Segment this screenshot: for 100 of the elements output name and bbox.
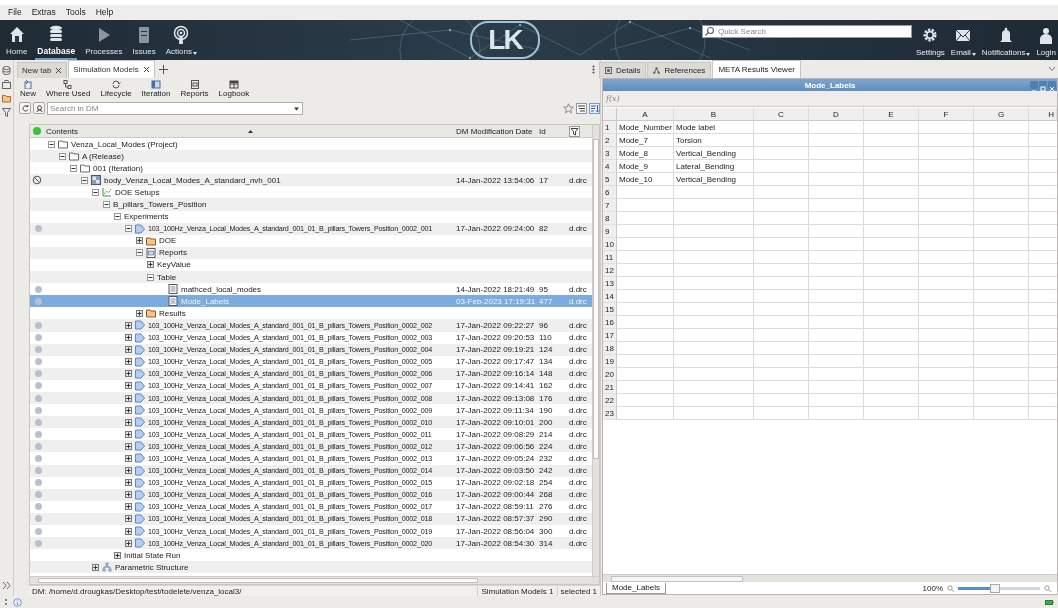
column-header[interactable]: H [1029,108,1057,121]
scrollbar[interactable] [603,574,1057,582]
toolbar-button[interactable]: Email [950,22,976,60]
tree-row[interactable]: Results [30,307,592,320]
tree-row[interactable]: A (Release) [30,150,592,163]
column-header[interactable]: D [809,108,864,121]
tree-row[interactable]: Venza_Local_Modes (Project) [30,138,592,151]
column-header[interactable]: F [919,108,974,121]
menu-item[interactable]: Extras [31,7,56,20]
search-field[interactable]: Quick Search [701,25,912,38]
tree-row[interactable]: Experiments [30,210,592,223]
tab[interactable]: References [647,62,712,78]
star-icon[interactable] [563,102,574,114]
row-number[interactable]: 19 [603,355,617,368]
table-cell[interactable]: Lateral_Bending [674,160,754,173]
table-cell[interactable]: Mode label [674,121,754,134]
expand-toggle[interactable] [125,406,132,414]
table-cell[interactable]: Mode_9 [617,160,674,173]
row-number[interactable]: 9 [603,225,617,238]
toolbar-button[interactable]: New [19,78,37,100]
column-header[interactable]: G [974,108,1029,121]
expand-toggle[interactable] [125,370,132,378]
expand-toggle[interactable] [125,455,132,462]
tab[interactable]: Simulation Models [68,60,155,78]
expand-toggle[interactable] [125,225,132,233]
column-header[interactable]: C [754,108,809,121]
double-chevron-icon[interactable] [2,581,11,590]
menu-item[interactable]: File [8,7,22,20]
table-cell[interactable]: Torsion [674,134,754,147]
list-view-icon[interactable] [576,102,587,114]
nav-tab[interactable]: Processes [83,22,125,60]
briefcase-icon[interactable] [2,80,11,89]
expand-toggle[interactable] [125,418,132,426]
expand-toggle[interactable] [136,249,143,257]
row-number[interactable]: 1 [603,121,617,134]
menu-item[interactable]: Help [95,7,114,20]
expand-toggle[interactable] [147,273,154,281]
expand-toggle[interactable] [125,467,132,475]
expand-toggle[interactable] [48,140,55,148]
expand-toggle[interactable] [125,479,132,487]
chevron-down-icon[interactable] [1048,66,1056,72]
row-number[interactable]: 11 [603,251,617,264]
expand-toggle[interactable] [125,321,132,329]
row-number[interactable]: 6 [603,186,617,199]
toolbar-button[interactable]: Settings [915,22,945,60]
tree-row[interactable]: mathced_local_modes 14-Jan-2022 18:21:49 95 d.drc [30,283,592,296]
close-icon[interactable] [142,66,150,73]
search-button[interactable] [33,102,45,114]
expand-toggle[interactable] [136,237,143,245]
toolbar-button[interactable]: Logbook [217,78,251,100]
row-number[interactable]: 16 [603,316,617,329]
toolbar-button[interactable]: Login [1036,22,1056,60]
expand-toggle[interactable] [125,539,132,547]
tab[interactable]: META Results Viewer [712,60,801,78]
row-number[interactable]: 20 [603,368,617,381]
filter-icon[interactable] [2,108,11,117]
table-cell[interactable]: Vertical_Bending [674,147,754,160]
expand-toggle[interactable] [114,213,121,221]
nav-tab[interactable]: Home [4,22,30,60]
expand-toggle[interactable] [125,491,132,499]
nav-tab[interactable]: Actions [163,22,199,60]
expand-toggle[interactable] [125,527,132,535]
toolbar-button[interactable]: Where Used [45,78,92,100]
row-number[interactable]: 7 [603,199,617,212]
zoom-slider[interactable] [958,586,1040,590]
tab[interactable]: New tab [17,62,68,78]
toolbar-button[interactable]: Lifecycle [99,78,133,100]
row-number[interactable]: 2 [603,134,617,147]
expand-toggle[interactable] [125,442,132,450]
table-cell[interactable]: Mode_Number [617,121,674,134]
column-header[interactable]: A [617,108,674,121]
nav-tab[interactable]: Database [35,22,78,60]
expand-toggle[interactable] [125,394,132,402]
column-header[interactable]: Contents [46,126,79,136]
toolbar-button[interactable]: Notifications [981,22,1031,60]
column-header[interactable]: DM Modification Date [456,126,533,136]
expand-toggle[interactable] [114,551,121,559]
expand-toggle[interactable] [92,563,99,571]
expand-toggle[interactable] [147,261,154,269]
column-header[interactable]: B [674,108,754,121]
slider-thumb[interactable] [989,583,1000,593]
row-number[interactable]: 15 [603,303,617,316]
row-number[interactable]: 8 [603,212,617,225]
table-cell[interactable]: Mode_8 [617,147,674,160]
toolbar-button[interactable]: Reports [179,78,210,100]
tree-row[interactable]: DOE Setups [30,186,592,199]
refresh-button[interactable] [19,102,31,114]
row-number[interactable]: 5 [603,173,617,186]
tree-row[interactable]: body_Venza_Local_Modes_A_standard_nvh_001 14-Jan-2022 13:54:06 17 d.drc [30,174,592,187]
row-number[interactable]: 13 [603,277,617,290]
row-number[interactable]: 4 [603,160,617,173]
more-icon[interactable] [592,65,595,74]
tree-row[interactable]: Parametric Structure [30,561,592,574]
maximize-button[interactable] [1039,81,1047,89]
tree-row[interactable]: Reports [30,246,592,259]
table-cell[interactable]: Mode_10 [617,173,674,186]
expand-toggle[interactable] [81,176,88,184]
expand-toggle[interactable] [59,152,66,160]
row-number[interactable]: 18 [603,342,617,355]
table-cell[interactable]: Mode_7 [617,134,674,147]
